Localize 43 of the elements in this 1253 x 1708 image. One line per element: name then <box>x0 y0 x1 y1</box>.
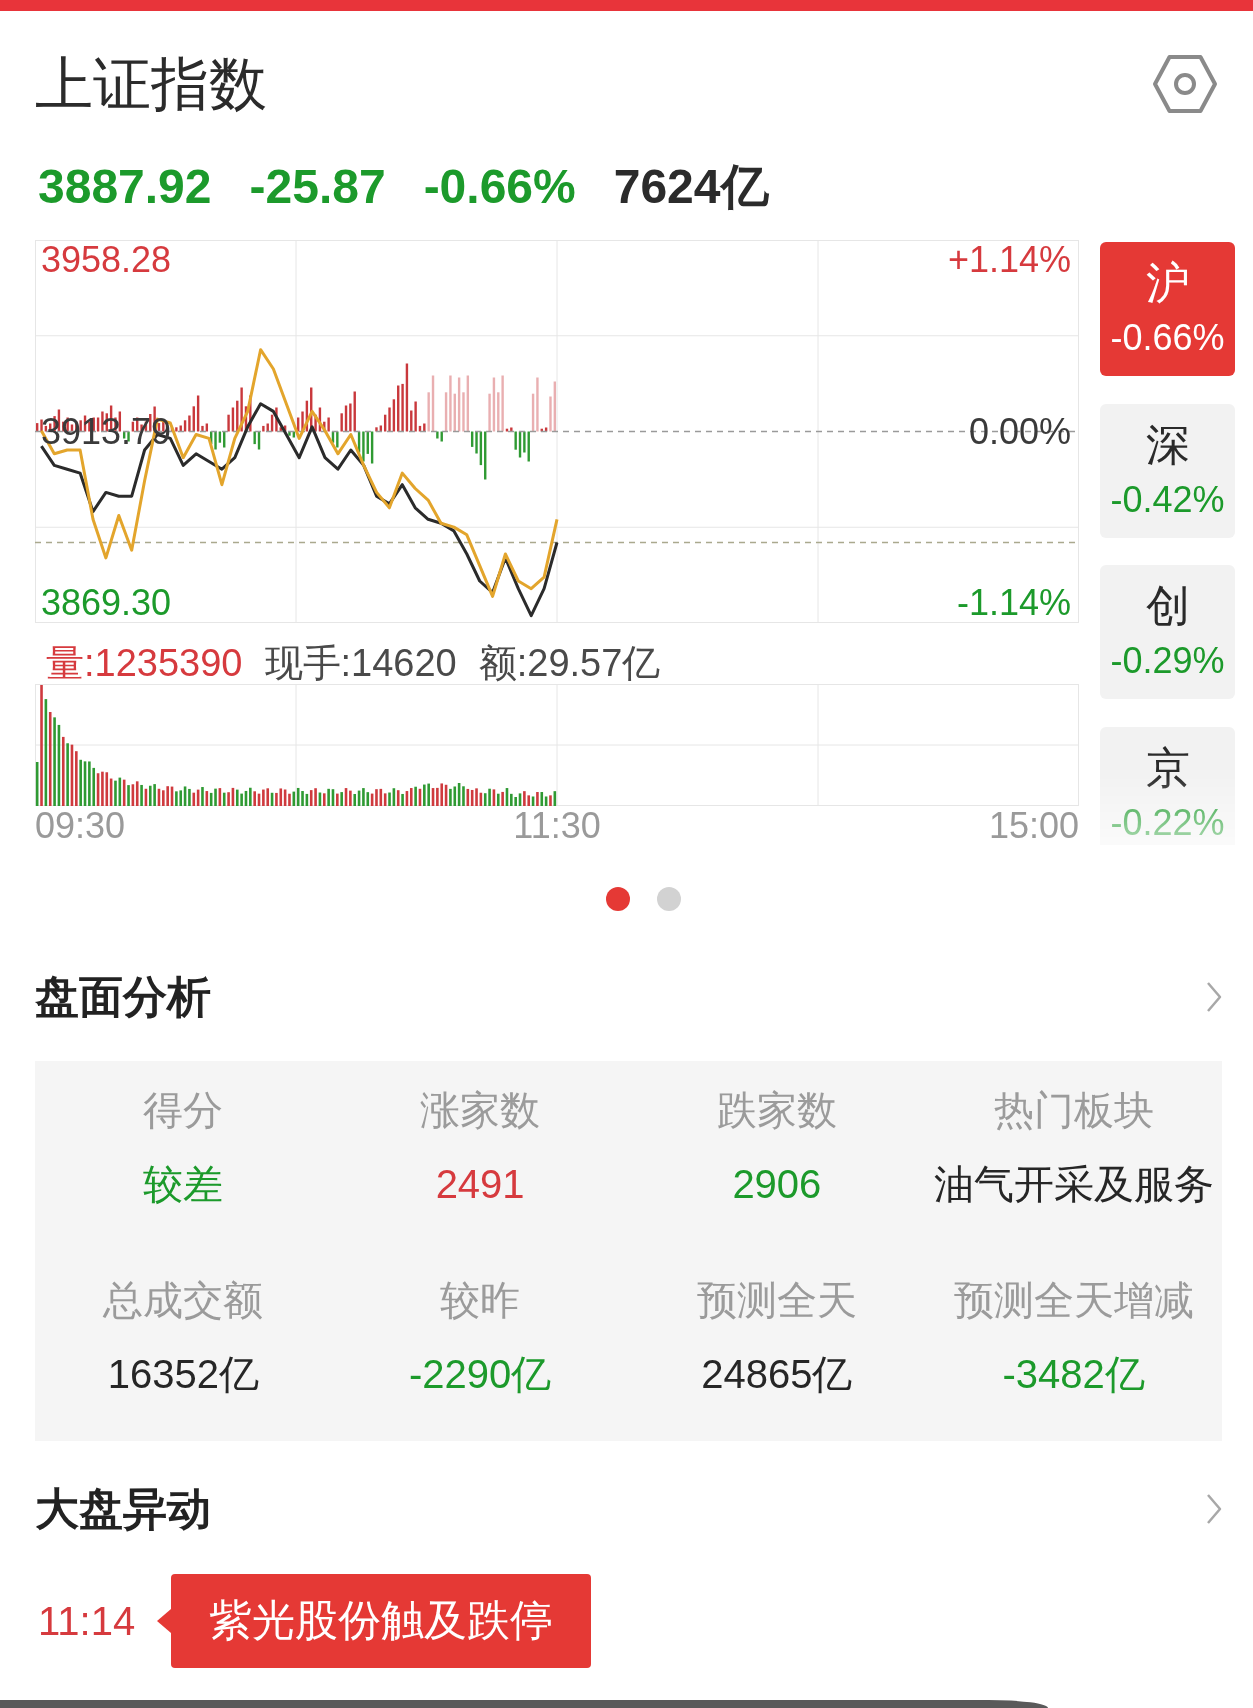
stat-label: 热门板块 <box>993 1087 1154 1134</box>
page-title: 上证指数 <box>35 50 267 118</box>
market-tab[interactable]: 京 -0.22% <box>1100 726 1235 845</box>
change-percent: -0.66% <box>423 159 576 215</box>
stat-label: 得分 <box>143 1087 224 1134</box>
percent-axis-label: +1.14% <box>947 242 1071 278</box>
market-tab[interactable]: 创 -0.29% <box>1100 565 1235 699</box>
chevron-right-icon[interactable] <box>1206 1493 1222 1525</box>
stat-value: 油气开采及服务 <box>933 1161 1214 1208</box>
percent-axis-label: -1.14% <box>956 585 1071 621</box>
volume-stat: 量:1235390 <box>46 643 243 684</box>
stat-value: 2491 <box>435 1161 525 1208</box>
price-axis-label: 3869.30 <box>41 585 172 621</box>
stat-value: 2906 <box>732 1161 822 1208</box>
stat-label: 预测全天 <box>696 1277 857 1324</box>
market-tab[interactable]: 深 -0.42% <box>1100 403 1235 538</box>
market-tab[interactable]: 沪 -0.66% <box>1100 242 1235 376</box>
stat-label: 跌家数 <box>716 1087 837 1134</box>
volume-stat: 现手:14620 <box>264 643 457 684</box>
stat-value: 较差 <box>143 1161 224 1208</box>
time-axis-label: 15:00 <box>988 806 1079 846</box>
turnover-amount: 7624亿 <box>613 159 769 215</box>
section-title: 盘面分析 <box>35 971 211 1023</box>
settings-icon[interactable] <box>1152 54 1218 114</box>
time-axis-label: 09:30 <box>35 806 126 846</box>
volume-stat: 额:29.57亿 <box>478 643 661 684</box>
stat-label: 总成交额 <box>103 1277 264 1324</box>
event-time: 11:14 <box>38 1598 136 1645</box>
stat-value: 24865亿 <box>701 1351 853 1398</box>
stat-label: 较昨 <box>440 1277 521 1324</box>
time-axis-label: 11:30 <box>513 806 601 846</box>
chevron-right-icon[interactable] <box>1206 981 1222 1013</box>
price-axis-label: 3958.28 <box>41 242 172 278</box>
price-change: -25.87 <box>249 159 386 215</box>
index-price: 3887.92 <box>38 159 212 215</box>
stat-value: -3482亿 <box>1002 1351 1145 1398</box>
event-callout: 紫光股份触及跌停 <box>157 1574 592 1668</box>
stat-value: 16352亿 <box>107 1351 259 1398</box>
stat-label: 涨家数 <box>420 1087 541 1134</box>
stat-label: 预测全天增减 <box>953 1277 1194 1324</box>
percent-axis-label: 0.00% <box>968 413 1071 450</box>
section-title: 大盘异动 <box>35 1483 211 1535</box>
stat-value: -2290亿 <box>408 1351 552 1398</box>
